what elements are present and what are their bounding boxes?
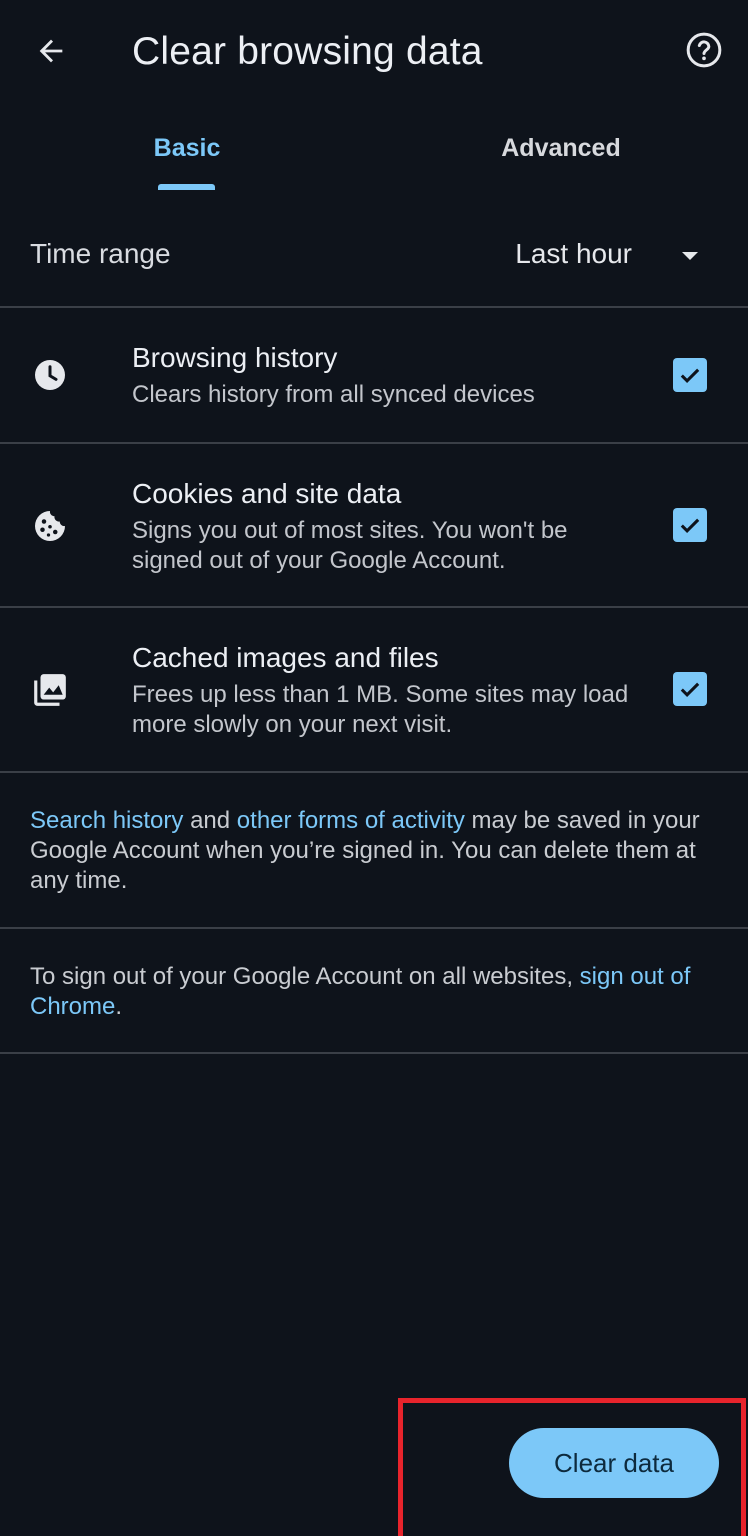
time-range-dropdown[interactable]: Time range Last hour	[0, 206, 748, 306]
option-description: Frees up less than 1 MB. Some sites may …	[132, 681, 629, 738]
account-activity-notice: Search history and other forms of activi…	[30, 806, 720, 896]
clear-data-button[interactable]: Clear data	[509, 1428, 719, 1498]
divider	[0, 771, 748, 773]
notice-text: To sign out of your Google Account on al…	[30, 963, 580, 990]
sign-out-notice: To sign out of your Google Account on al…	[30, 962, 720, 1022]
search-history-link[interactable]: Search history	[30, 807, 183, 834]
option-description: Clears history from all synced devices	[132, 381, 535, 408]
clear-browsing-data-screen: Clear browsing data Basic Advanced Time …	[0, 0, 748, 1536]
option-cookies-site-data[interactable]: Cookies and site data Signs you out of m…	[0, 444, 748, 606]
top-app-bar: Clear browsing data	[0, 0, 748, 104]
option-title: Cookies and site data	[132, 478, 402, 509]
browsing-history-checkbox[interactable]	[673, 358, 707, 392]
help-button[interactable]	[680, 28, 728, 76]
option-title: Browsing history	[132, 342, 338, 373]
tab-bar: Basic Advanced	[0, 104, 748, 196]
cached-images-checkbox[interactable]	[673, 672, 707, 706]
other-activity-link[interactable]: other forms of activity	[237, 807, 465, 834]
divider	[0, 927, 748, 929]
option-title: Cached images and files	[132, 642, 439, 673]
tab-selected-indicator	[158, 184, 215, 190]
tab-advanced[interactable]: Advanced	[436, 104, 686, 192]
notice-text: .	[115, 993, 123, 1020]
divider	[0, 1052, 748, 1054]
cookie-icon	[30, 506, 70, 546]
help-circle-icon	[684, 30, 724, 75]
page-title: Clear browsing data	[132, 30, 483, 73]
image-gallery-icon	[30, 670, 70, 710]
option-browsing-history[interactable]: Browsing history Clears history from all…	[0, 308, 748, 442]
time-range-value: Last hour	[515, 238, 632, 269]
time-range-label: Time range	[30, 238, 171, 269]
cookies-checkbox[interactable]	[673, 508, 707, 542]
back-button[interactable]	[24, 26, 78, 80]
dropdown-arrow-icon	[682, 252, 698, 260]
option-description: Signs you out of most sites. You won't b…	[132, 517, 568, 574]
option-cached-images-files[interactable]: Cached images and files Frees up less th…	[0, 608, 748, 772]
notice-text: and	[183, 807, 237, 834]
tab-basic[interactable]: Basic	[62, 104, 312, 192]
arrow-back-icon	[34, 34, 68, 73]
clock-icon	[30, 355, 70, 395]
